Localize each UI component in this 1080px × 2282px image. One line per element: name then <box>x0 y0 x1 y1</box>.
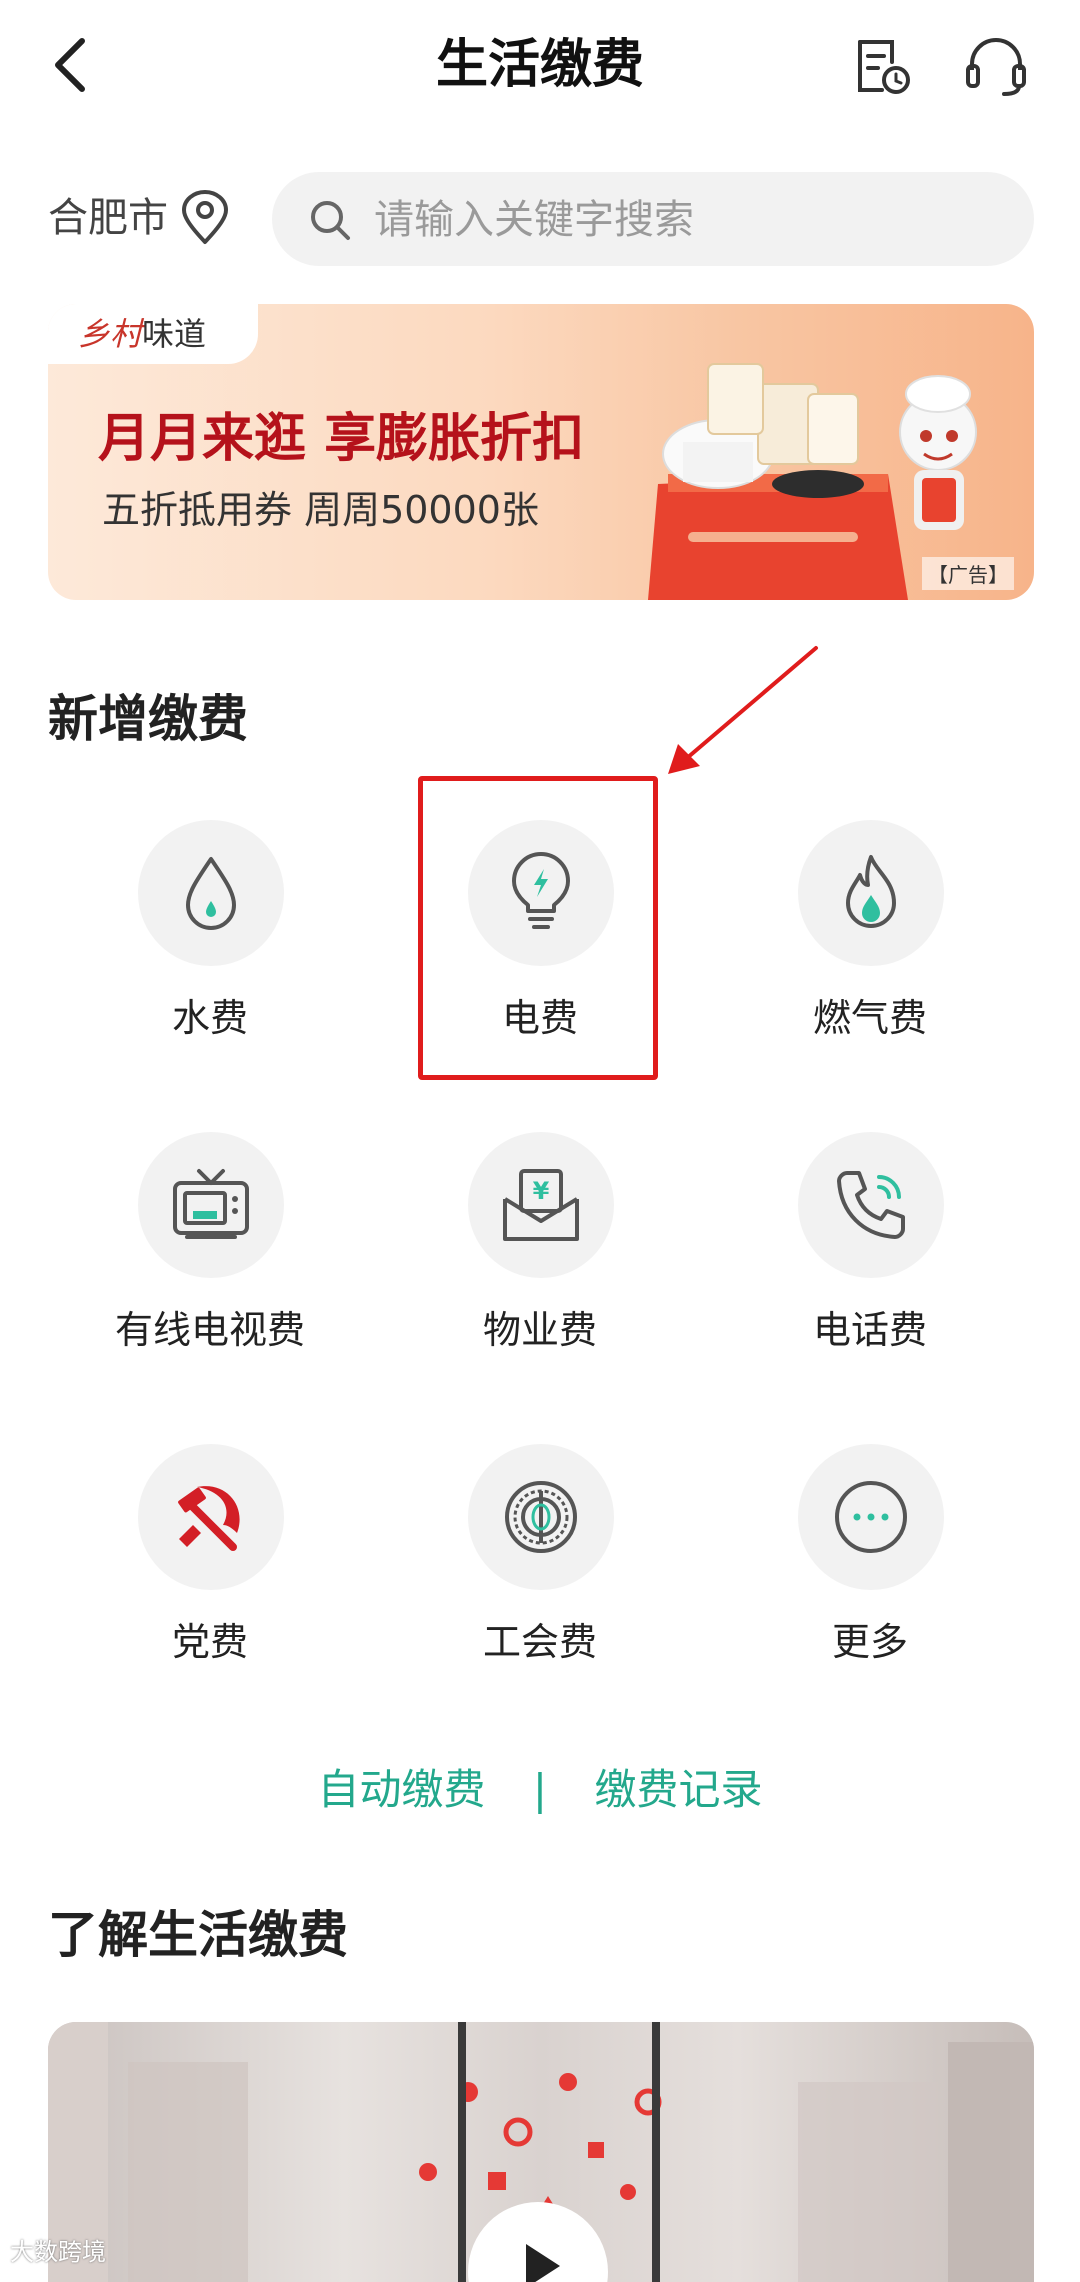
video-divider <box>458 2022 466 2282</box>
highlight-box <box>418 776 658 1080</box>
payment-item-property[interactable]: ¥ 物业费 <box>390 1132 690 1402</box>
payment-label: 电话费 <box>812 1308 927 1352</box>
svg-text:¥: ¥ <box>533 1177 550 1205</box>
payment-icon-circle <box>468 1444 614 1590</box>
banner-brand-tag: 乡村味道 <box>48 304 258 364</box>
payment-label: 水费 <box>171 996 248 1040</box>
bill-clock-icon <box>858 40 910 94</box>
payment-icon-circle <box>138 820 284 966</box>
payment-icon-circle <box>798 820 944 966</box>
payment-item-more[interactable]: 更多 <box>720 1444 1020 1714</box>
customer-service-button[interactable] <box>964 36 1028 96</box>
city-selector[interactable]: 合肥市 <box>48 188 168 248</box>
payment-item-party-dues[interactable]: 党费 <box>60 1444 360 1714</box>
water-drop-icon <box>186 857 236 930</box>
payment-label: 工会费 <box>482 1620 597 1664</box>
annotation-arrow-icon <box>668 646 818 774</box>
payment-icon-circle <box>138 1444 284 1590</box>
watermark: 大数跨境 <box>10 2238 106 2266</box>
payment-label: 物业费 <box>482 1308 597 1352</box>
links-separator: | <box>532 1765 548 1814</box>
page-title: 生活缴费 <box>435 35 644 95</box>
payment-icon-circle <box>798 1444 944 1590</box>
payment-history-link[interactable]: 缴费记录 <box>594 1760 762 1820</box>
more-dots-icon <box>835 1481 907 1553</box>
payment-icon-circle <box>798 1132 944 1278</box>
hammer-sickle-icon <box>178 1486 240 1551</box>
phone-icon <box>837 1171 905 1239</box>
bill-history-button[interactable] <box>852 36 912 96</box>
banner-brand-part1: 乡村 <box>78 315 143 353</box>
payment-label: 党费 <box>171 1620 248 1664</box>
payment-icon-circle: ¥ <box>468 1132 614 1278</box>
flame-icon <box>846 855 896 928</box>
tv-icon <box>173 1169 249 1239</box>
payment-label: 燃气费 <box>812 996 927 1040</box>
payment-label: 有线电视费 <box>114 1308 305 1352</box>
banner-subline: 五折抵用券 周周50000张 <box>102 488 539 532</box>
yen-envelope-icon: ¥ <box>503 1169 579 1241</box>
location-pin-icon[interactable] <box>178 190 232 246</box>
search-icon <box>311 201 350 240</box>
banner-brand: 乡村味道 <box>78 312 206 356</box>
headset-icon <box>966 38 1026 96</box>
payment-item-gas[interactable]: 燃气费 <box>720 820 1020 1090</box>
payment-icon-circle <box>138 1132 284 1278</box>
payment-label: 更多 <box>831 1620 908 1664</box>
search-bar[interactable] <box>272 172 1034 268</box>
search-input[interactable] <box>372 172 996 268</box>
auto-pay-link[interactable]: 自动缴费 <box>318 1760 486 1820</box>
section-title-learn: 了解生活缴费 <box>48 1906 348 1964</box>
payment-item-phone[interactable]: 电话费 <box>720 1132 1020 1402</box>
payment-item-union-dues[interactable]: 工会费 <box>390 1444 690 1714</box>
union-emblem-icon <box>505 1481 577 1553</box>
location-search-row: 合肥市 <box>0 168 1080 268</box>
ad-label: 【广告】 <box>922 557 1014 590</box>
payment-links: 自动缴费 | 缴费记录 <box>0 1760 1080 1820</box>
video-divider <box>652 2022 660 2282</box>
section-title-new-payment: 新增缴费 <box>48 690 248 748</box>
banner-headline: 月月来逛 享膨胀折扣 <box>98 409 585 469</box>
promo-banner[interactable]: 乡村味道 月月来逛 享膨胀折扣 五折抵用券 周周50000张 【广告】 <box>48 304 1034 600</box>
payment-item-water[interactable]: 水费 <box>60 820 360 1090</box>
banner-brand-part2: 味道 <box>142 315 207 353</box>
intro-video-card[interactable] <box>48 2022 1034 2282</box>
payment-item-cable-tv[interactable]: 有线电视费 <box>60 1132 360 1402</box>
top-bar: 生活缴费 <box>0 0 1080 135</box>
